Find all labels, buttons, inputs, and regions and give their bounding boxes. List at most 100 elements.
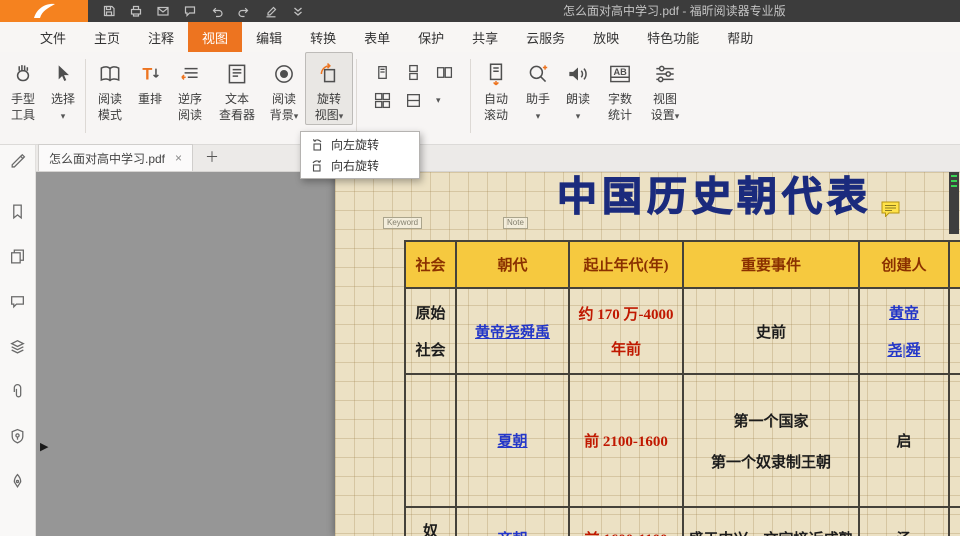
- menu-edit[interactable]: 编辑: [242, 22, 296, 52]
- menu-comment[interactable]: 注释: [134, 22, 188, 52]
- quick-access-toolbar: [102, 4, 305, 18]
- cell-dynasty-3: 商朝: [457, 508, 570, 536]
- bookmarks-panel-icon[interactable]: [9, 203, 26, 220]
- select-tool-button[interactable]: 选择▾: [44, 52, 82, 124]
- vertical-scrollbar-thumb[interactable]: [949, 172, 959, 234]
- cell-society-3: 奴: [406, 508, 457, 536]
- highlighter-icon[interactable]: [264, 4, 278, 18]
- document-heading: 中国历史朝代表: [557, 172, 872, 222]
- founder-link[interactable]: 尧|舜: [887, 339, 920, 360]
- email-icon[interactable]: [156, 4, 170, 18]
- menu-file[interactable]: 文件: [26, 22, 80, 52]
- cell-period-3: 前 1600-1100: [570, 508, 684, 536]
- document-tab-bar: 怎么面对高中学习.pdf × ＋: [36, 145, 960, 172]
- note-annotation-icon[interactable]: [881, 201, 900, 217]
- table-header-extra: [950, 242, 960, 289]
- reverse-reading-button[interactable]: 逆序阅读: [169, 52, 211, 123]
- quick-note-pencil-icon[interactable]: [9, 151, 26, 168]
- dynasty-table: 社会 朝代 起止年代(年) 重要事件 创建人 原始社会 黄帝尧舜禹 约 170 …: [404, 240, 960, 536]
- dynasty-link[interactable]: 商朝: [497, 528, 527, 536]
- dropdown-arrow-icon: ▾: [294, 111, 299, 121]
- comments-panel-icon[interactable]: [9, 293, 26, 310]
- navigation-sidebar: [0, 145, 36, 536]
- annotation-tick: [951, 180, 957, 182]
- pages-panel-icon[interactable]: [9, 248, 26, 265]
- assistant-button[interactable]: 助手▾: [518, 52, 558, 124]
- menu-home[interactable]: 主页: [80, 22, 134, 52]
- document-tab[interactable]: 怎么面对高中学习.pdf ×: [38, 144, 193, 171]
- security-panel-icon[interactable]: [9, 428, 26, 445]
- cursor-icon: [50, 59, 76, 89]
- sidebar-expand-arrow[interactable]: ▶: [40, 440, 48, 453]
- customize-toolbar-chevron-icon[interactable]: [291, 4, 305, 18]
- cell-period-1: 约 170 万-4000年前: [570, 289, 684, 375]
- ribbon-separator: [356, 59, 357, 133]
- cell-events-2: 第一个国家第一个奴隶制王朝: [684, 375, 860, 508]
- foxit-logo[interactable]: [0, 0, 88, 22]
- dynasty-link[interactable]: 夏朝: [497, 430, 527, 451]
- document-viewport: 中国历史朝代表 Keyword Note 社会 朝代 起止年代(年) 重要事件 …: [36, 172, 960, 536]
- annotation-tick: [951, 175, 957, 177]
- dynasty-link[interactable]: 黄帝尧舜禹: [475, 321, 550, 342]
- cell-period-2: 前 2100-1600: [570, 375, 684, 508]
- text-viewer-button[interactable]: 文本查看器: [211, 52, 263, 123]
- rotate-left-icon: [310, 138, 324, 152]
- auto-scroll-icon: [483, 59, 509, 89]
- title-bar: 怎么面对高中学习.pdf - 福昕阅读器专业版: [0, 0, 960, 22]
- ribbon-toolbar: 手型工具 选择▾ 阅读模式 T 重排 逆序阅读: [0, 52, 960, 145]
- word-count-button[interactable]: AB 字数统计: [598, 52, 642, 123]
- menu-cloud[interactable]: 云服务: [512, 22, 579, 52]
- ribbon-separator: [85, 59, 86, 133]
- reading-background-icon: [271, 59, 297, 89]
- view-settings-button[interactable]: 视图设置▾: [642, 52, 688, 124]
- signature-panel-icon[interactable]: [9, 473, 26, 490]
- menu-features[interactable]: 特色功能: [633, 22, 713, 52]
- cell-extra-3: [950, 508, 960, 536]
- menu-share[interactable]: 共享: [458, 22, 512, 52]
- rotate-view-button[interactable]: 旋转视图▾: [305, 52, 353, 125]
- keyword-stamp: Keyword: [383, 217, 422, 229]
- rotate-left-menu-item[interactable]: 向左旋转: [301, 134, 419, 155]
- menu-view[interactable]: 视图: [188, 22, 242, 52]
- continuous-facing-view-icon[interactable]: [374, 92, 391, 109]
- pdf-page: 中国历史朝代表 Keyword Note 社会 朝代 起止年代(年) 重要事件 …: [335, 172, 960, 536]
- word-count-icon: AB: [607, 59, 633, 89]
- menu-protect[interactable]: 保护: [404, 22, 458, 52]
- cell-dynasty-2: 夏朝: [457, 375, 570, 508]
- layout-dropdown-arrow-icon[interactable]: ▾: [436, 95, 441, 106]
- reflow-button[interactable]: T 重排: [131, 52, 169, 108]
- read-mode-button[interactable]: 阅读模式: [89, 52, 131, 123]
- cell-founder-3: 汤: [860, 508, 950, 536]
- founder-link[interactable]: 黄帝: [889, 302, 919, 323]
- menu-form[interactable]: 表单: [350, 22, 404, 52]
- page-layout-group: ▾: [360, 52, 467, 109]
- menu-present[interactable]: 放映: [579, 22, 633, 52]
- undo-icon[interactable]: [210, 4, 224, 18]
- attachments-panel-icon[interactable]: [9, 383, 26, 400]
- single-page-view-icon[interactable]: [374, 64, 391, 81]
- rotate-view-icon: [316, 59, 342, 89]
- layers-panel-icon[interactable]: [9, 338, 26, 355]
- new-tab-button[interactable]: ＋: [205, 147, 219, 167]
- table-header-founder: 创建人: [860, 242, 950, 289]
- annotation-tick: [951, 185, 957, 187]
- auto-scroll-button[interactable]: 自动滚动: [474, 52, 518, 123]
- dropdown-arrow-icon: ▾: [536, 111, 541, 121]
- comment-icon[interactable]: [183, 4, 197, 18]
- svg-text:T: T: [142, 65, 152, 83]
- print-icon[interactable]: [129, 4, 143, 18]
- facing-page-view-icon[interactable]: [436, 64, 453, 81]
- redo-icon[interactable]: [237, 4, 251, 18]
- tab-close-icon[interactable]: ×: [175, 151, 182, 165]
- text-viewer-icon: [224, 59, 250, 89]
- rotate-right-menu-item[interactable]: 向右旋转: [301, 155, 419, 176]
- menu-convert[interactable]: 转换: [296, 22, 350, 52]
- continuous-page-view-icon[interactable]: [405, 64, 422, 81]
- menu-help[interactable]: 帮助: [713, 22, 767, 52]
- read-aloud-button[interactable]: 朗读▾: [558, 52, 598, 124]
- split-view-icon[interactable]: [405, 92, 422, 109]
- table-header-period: 起止年代(年): [570, 242, 684, 289]
- save-icon[interactable]: [102, 4, 116, 18]
- hand-tool-button[interactable]: 手型工具: [2, 52, 44, 123]
- reading-background-button[interactable]: 阅读背景▾: [263, 52, 305, 124]
